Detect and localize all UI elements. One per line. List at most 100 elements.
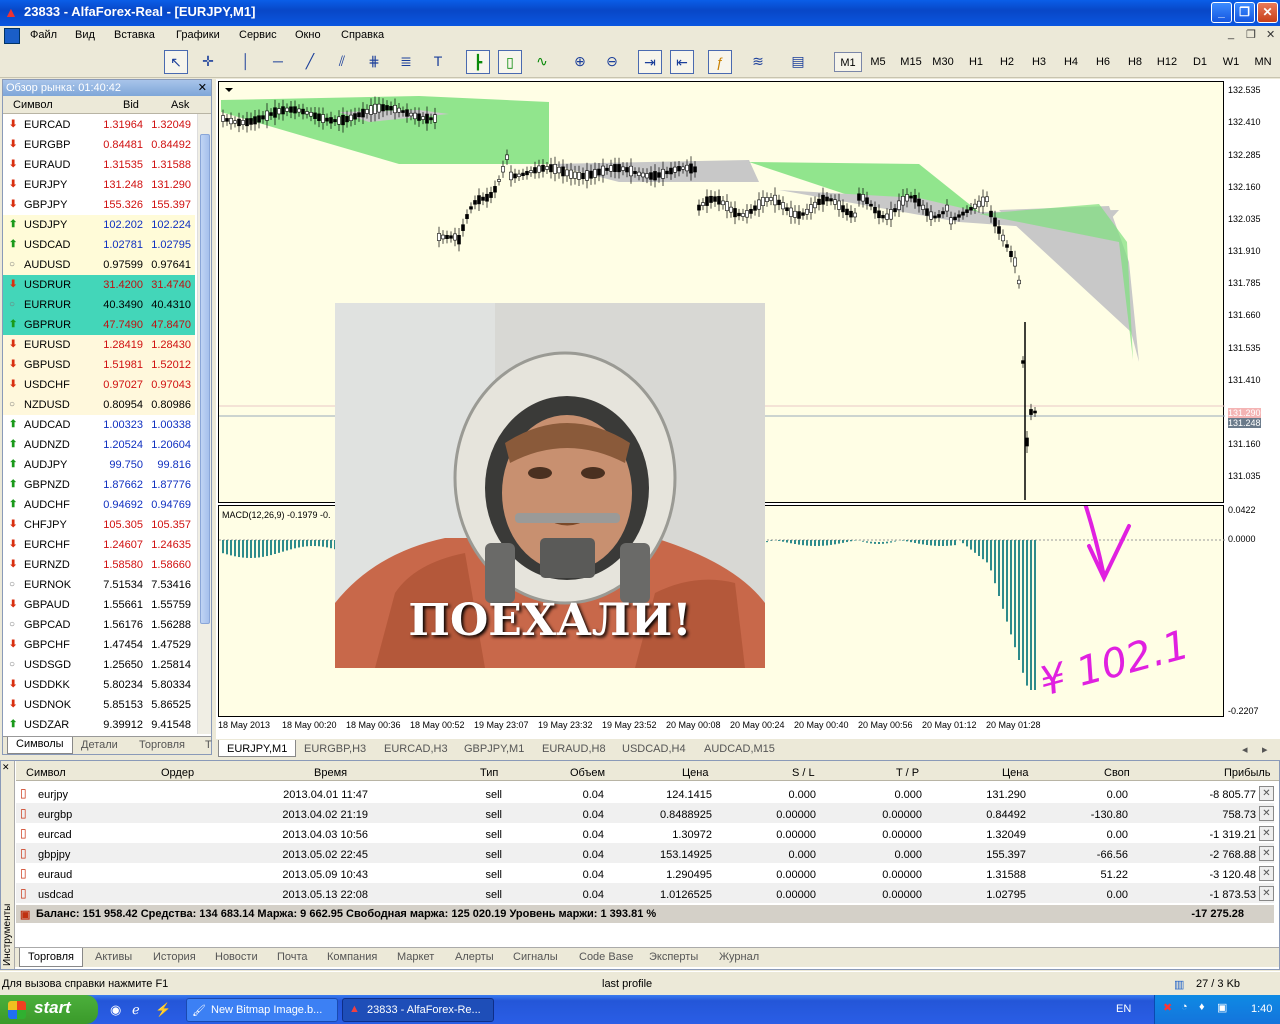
terminal-tab[interactable]: Сигналы [513, 951, 558, 963]
close-order-icon[interactable]: ✕ [1259, 806, 1274, 821]
start-button[interactable]: start [0, 995, 98, 1024]
mdi-close-icon[interactable]: ✕ [1266, 28, 1275, 41]
market-row[interactable]: ○ USDSGD 1.25650 1.25814 [3, 655, 195, 675]
col-current-price[interactable]: Цена [1002, 767, 1028, 779]
tf-W1[interactable]: W1 [1217, 52, 1245, 72]
terminal-tab[interactable]: Маркет [397, 951, 434, 963]
market-watch-scrollbar[interactable] [197, 114, 211, 734]
market-row[interactable]: ⬇ GBPAUD 1.55661 1.55759 [3, 595, 195, 615]
bar-chart-icon[interactable]: ┣ [466, 50, 490, 74]
vertical-line-icon[interactable]: │ [234, 50, 258, 74]
col-tp[interactable]: T / P [896, 767, 919, 779]
close-order-icon[interactable]: ✕ [1259, 826, 1274, 841]
tab-scroll-left-icon[interactable]: ◂ [1242, 743, 1248, 756]
trendline-icon[interactable]: ╱ [298, 50, 322, 74]
terminal-tab[interactable]: Code Base [579, 951, 633, 963]
market-row[interactable]: ⬆ AUDCAD 1.00323 1.00338 [3, 415, 195, 435]
close-order-icon[interactable]: ✕ [1259, 866, 1274, 881]
col-type[interactable]: Тип [480, 767, 498, 779]
market-row[interactable]: ⬇ GBPUSD 1.51981 1.52012 [3, 355, 195, 375]
market-row[interactable]: ○ EURNOK 7.51534 7.53416 [3, 575, 195, 595]
minimize-button[interactable]: _ [1211, 2, 1232, 23]
chart-tab[interactable]: AUDCAD,M15 [704, 743, 775, 755]
terminal-tab[interactable]: Журнал [719, 951, 759, 963]
market-row[interactable]: ⬇ CHFJPY 105.305 105.357 [3, 515, 195, 535]
tf-M30[interactable]: M30 [928, 52, 958, 72]
zoom-in-icon[interactable]: ⊕ [568, 50, 592, 74]
tray-icon-2[interactable]: ◔ [1181, 1001, 1188, 1013]
tab-more[interactable]: Т [205, 739, 212, 751]
market-row[interactable]: ⬇ EURNZD 1.58580 1.58660 [3, 555, 195, 575]
terminal-close-icon[interactable]: ✕ [2, 762, 10, 773]
autoscroll-icon[interactable]: ⇥ [638, 50, 662, 74]
winamp-icon[interactable]: ⚡ [155, 1002, 171, 1018]
fibonacci-icon[interactable]: ≣ [394, 50, 418, 74]
menu-view[interactable]: Вид [75, 29, 95, 41]
channel-icon[interactable]: ⫽ [330, 50, 354, 74]
candlestick-icon[interactable]: ▯ [498, 50, 522, 74]
tf-H4[interactable]: H4 [1057, 52, 1085, 72]
market-row[interactable]: ⬇ USDRUR 31.4200 31.4740 [3, 275, 195, 295]
menu-help[interactable]: Справка [341, 29, 384, 41]
line-chart-icon[interactable]: ∿ [530, 50, 554, 74]
trade-row[interactable]: ▯ eurgbp 2013.04.02 21:19 sell 0.04 0.8488925… [16, 803, 1274, 823]
crosshair-tool-icon[interactable]: ✛ [196, 50, 220, 74]
terminal-tab[interactable]: Новости [215, 951, 258, 963]
text-label-icon[interactable]: T [426, 50, 450, 74]
chart-tab[interactable]: EURGBP,H3 [304, 743, 366, 755]
tab-trading[interactable]: Торговля [139, 739, 185, 751]
market-row[interactable]: ⬆ USDCAD 1.02781 1.02795 [3, 235, 195, 255]
col-symbol[interactable]: Символ [26, 767, 66, 779]
ie-icon[interactable]: ℯ [132, 1002, 140, 1018]
horizontal-line-icon[interactable]: ─ [266, 50, 290, 74]
market-row[interactable]: ⬆ GBPRUR 47.7490 47.8470 [3, 315, 195, 335]
tf-H8[interactable]: H8 [1121, 52, 1149, 72]
market-row[interactable]: ⬇ EURUSD 1.28419 1.28430 [3, 335, 195, 355]
tf-H6[interactable]: H6 [1089, 52, 1117, 72]
col-symbol[interactable]: Символ [13, 99, 53, 111]
market-row[interactable]: ○ AUDUSD 0.97599 0.97641 [3, 255, 195, 275]
close-order-icon[interactable]: ✕ [1259, 886, 1274, 901]
market-row[interactable]: ⬆ AUDNZD 1.20524 1.20604 [3, 435, 195, 455]
market-row[interactable]: ⬆ AUDCHF 0.94692 0.94769 [3, 495, 195, 515]
market-row[interactable]: ⬇ EURGBP 0.84481 0.84492 [3, 135, 195, 155]
chart-shift-icon[interactable]: ⇤ [670, 50, 694, 74]
terminal-tab[interactable]: Эксперты [649, 951, 698, 963]
market-row[interactable]: ⬆ GBPNZD 1.87662 1.87776 [3, 475, 195, 495]
col-sl[interactable]: S / L [792, 767, 815, 779]
menu-file[interactable]: Файл [30, 29, 57, 41]
trade-row[interactable]: ▯ eurcad 2013.04.03 10:56 sell 0.04 1.30972 0.… [16, 823, 1274, 843]
tf-MN[interactable]: MN [1249, 52, 1277, 72]
tf-H1[interactable]: H1 [962, 52, 990, 72]
language-indicator[interactable]: EN [1116, 1003, 1131, 1015]
mdi-minimize-icon[interactable]: _ [1228, 28, 1234, 40]
market-row[interactable]: ⬇ USDNOK 5.85153 5.86525 [3, 695, 195, 715]
col-swap[interactable]: Своп [1104, 767, 1130, 779]
market-watch-close-icon[interactable]: ✕ [198, 80, 207, 96]
mdi-restore-icon[interactable]: ❐ [1246, 28, 1256, 41]
col-order[interactable]: Ордер [161, 767, 194, 779]
zoom-out-icon[interactable]: ⊖ [600, 50, 624, 74]
market-row[interactable]: ⬇ USDCHF 0.97027 0.97043 [3, 375, 195, 395]
task-bitmap[interactable]: 🖌 New Bitmap Image.b... [186, 998, 338, 1022]
chart-tab[interactable]: USDCAD,H4 [622, 743, 686, 755]
tab-scroll-right-icon[interactable]: ▸ [1262, 743, 1268, 756]
terminal-tab[interactable]: Почта [277, 951, 308, 963]
market-row[interactable]: ○ GBPCAD 1.56176 1.56288 [3, 615, 195, 635]
templates-icon[interactable]: ▤ [786, 50, 810, 74]
col-time[interactable]: Время [314, 767, 347, 779]
maximize-button[interactable]: ❐ [1234, 2, 1255, 23]
col-ask[interactable]: Ask [171, 99, 189, 111]
periods-icon[interactable]: ≋ [746, 50, 770, 74]
tray-icon-3[interactable]: ♦ [1199, 1001, 1205, 1013]
market-row[interactable]: ⬇ GBPCHF 1.47454 1.47529 [3, 635, 195, 655]
terminal-tab[interactable]: Активы [95, 951, 132, 963]
cursor-tool-icon[interactable]: ↖ [164, 50, 188, 74]
market-row[interactable]: ○ EURRUR 40.3490 40.4310 [3, 295, 195, 315]
trade-row[interactable]: ▯ usdcad 2013.05.13 22:08 sell 0.04 1.0126525… [16, 883, 1274, 903]
col-profit[interactable]: Прибыль [1224, 767, 1271, 779]
market-row[interactable]: ⬆ AUDJPY 99.750 99.816 [3, 455, 195, 475]
menu-insert[interactable]: Вставка [114, 29, 155, 41]
trade-row[interactable]: ▯ eurjpy 2013.04.01 11:47 sell 0.04 124.1415 0… [16, 783, 1274, 803]
close-order-icon[interactable]: ✕ [1259, 846, 1274, 861]
